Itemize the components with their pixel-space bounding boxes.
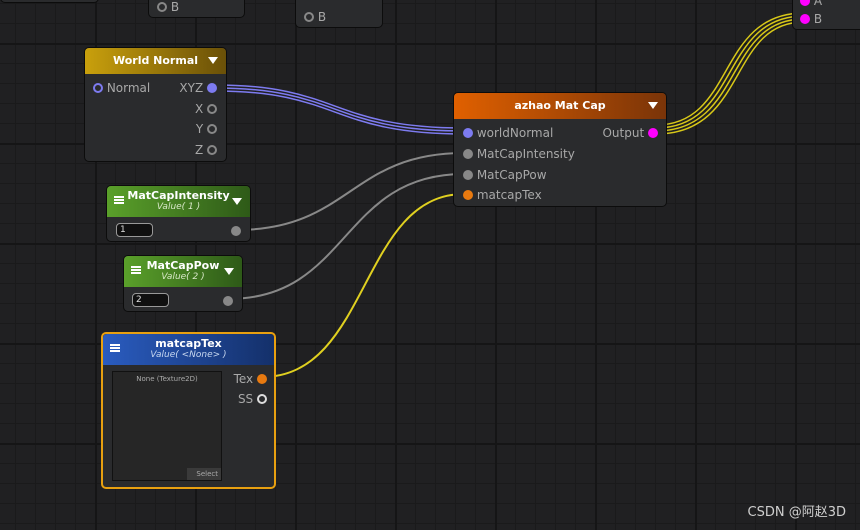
output-port-y[interactable] (207, 124, 217, 134)
port-label: Tex (233, 372, 254, 386)
output-port[interactable] (648, 128, 658, 138)
node-graph-canvas[interactable]: B B A B World Normal Normal XYZ X Y Z az… (0, 0, 860, 530)
port-label: matcapTex (476, 188, 542, 202)
node-title: MatCapPow (146, 259, 220, 272)
input-port-b[interactable] (157, 2, 167, 12)
port-label: MatCapPow (476, 168, 547, 182)
node-subtitle: Value( 1 ) (156, 202, 201, 212)
node-title: World Normal (112, 54, 199, 67)
dropdown-icon[interactable] (224, 268, 234, 275)
watermark: CSDN @阿赵3D (747, 505, 846, 520)
menu-icon[interactable] (110, 344, 120, 352)
select-button[interactable]: Select (187, 468, 221, 480)
value-input[interactable]: 1 (116, 223, 153, 237)
value-input[interactable]: 2 (132, 293, 169, 307)
partial-node-2[interactable]: B (148, 0, 245, 18)
node-title: matcapTex (155, 337, 222, 350)
input-port-a[interactable] (800, 0, 810, 6)
port-label: X (194, 102, 204, 116)
output-port-x[interactable] (207, 104, 217, 114)
dropdown-icon[interactable] (232, 198, 242, 205)
port-label: Normal (106, 81, 151, 95)
world-normal-node[interactable]: World Normal Normal XYZ X Y Z (84, 47, 227, 162)
port-label: Output (602, 126, 645, 140)
port-label: B (317, 10, 327, 24)
wire-intensity (235, 152, 465, 231)
node-title: MatCapIntensity (127, 189, 230, 202)
matcap-tex-node[interactable]: matcapTex Value( <None> ) None (Texture2D… (101, 332, 276, 489)
dropdown-icon[interactable] (208, 57, 218, 64)
partial-node-1[interactable] (0, 0, 99, 3)
input-port-normal[interactable] (93, 83, 103, 93)
output-port[interactable] (231, 226, 241, 236)
output-port-tex[interactable] (257, 374, 267, 384)
output-port-ss[interactable] (257, 394, 267, 404)
texture-preview[interactable]: None (Texture2D) Select (112, 371, 222, 481)
input-port-matcapintensity[interactable] (463, 149, 473, 159)
port-label: MatCapIntensity (476, 147, 575, 161)
input-port-matcappow[interactable] (463, 170, 473, 180)
node-subtitle: Value( <None> ) (150, 350, 227, 360)
input-port-worldnormal[interactable] (463, 128, 473, 138)
menu-icon[interactable] (114, 196, 124, 204)
port-label: Y (195, 122, 204, 136)
mat-cap-node[interactable]: azhao Mat Cap worldNormal MatCapIntensit… (453, 92, 667, 207)
port-label: XYZ (179, 81, 204, 95)
input-port-b[interactable] (304, 12, 314, 22)
texture-label: None (Texture2D) (136, 375, 198, 383)
matcap-pow-node[interactable]: MatCapPow Value( 2 ) 2 (123, 255, 243, 312)
port-label: A (813, 0, 823, 8)
port-label: B (170, 0, 180, 14)
dropdown-icon[interactable] (648, 102, 658, 109)
output-port-z[interactable] (207, 145, 217, 155)
wire-worldnormal (214, 84, 465, 135)
input-port-b[interactable] (800, 14, 810, 24)
menu-icon[interactable] (131, 266, 141, 274)
port-label: worldNormal (476, 126, 554, 140)
port-label: B (813, 12, 823, 26)
wire-pow (227, 173, 465, 300)
wire-output (655, 12, 805, 135)
partial-node-output[interactable]: A B (792, 0, 860, 30)
port-label: SS (237, 392, 254, 406)
output-port[interactable] (223, 296, 233, 306)
matcap-intensity-node[interactable]: MatCapIntensity Value( 1 ) 1 (106, 185, 251, 242)
partial-node-3[interactable]: B (295, 0, 383, 28)
port-label: Z (194, 143, 204, 157)
input-port-matcaptex[interactable] (463, 190, 473, 200)
output-port-xyz[interactable] (207, 83, 217, 93)
node-title: azhao Mat Cap (514, 99, 606, 112)
